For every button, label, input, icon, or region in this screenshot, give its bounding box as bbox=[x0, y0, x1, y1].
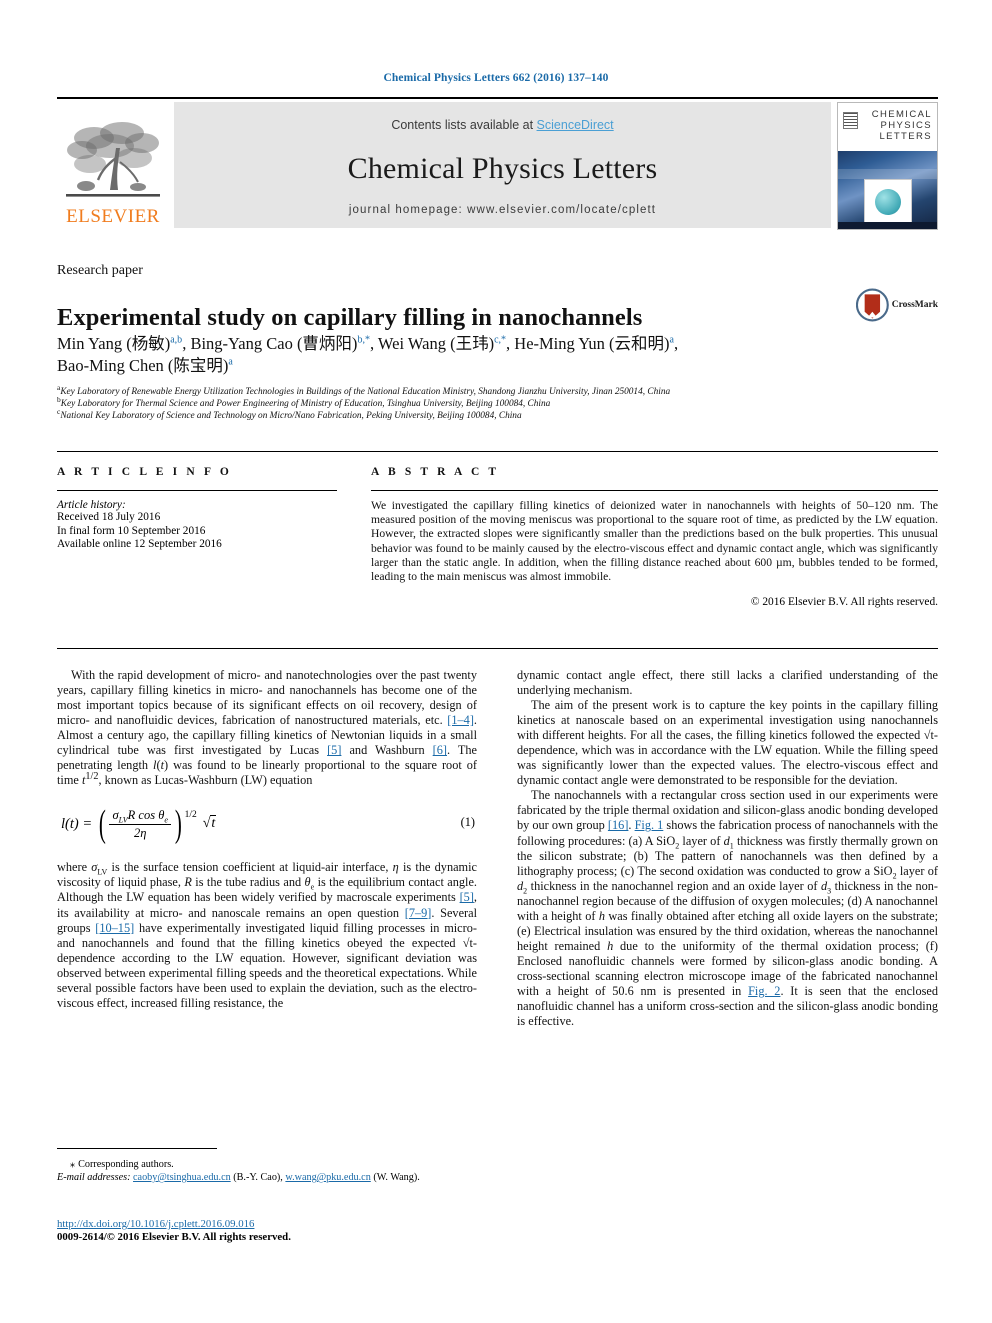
author-list: Min Yang (杨敏)a,b, Bing-Yang Cao (曹炳阳)b,*… bbox=[57, 334, 679, 375]
cover-title-line-3: LETTERS bbox=[879, 131, 932, 142]
elsevier-wordmark: ELSEVIER bbox=[66, 206, 160, 227]
doi-link[interactable]: http://dx.doi.org/10.1016/j.cplett.2016.… bbox=[57, 1218, 254, 1230]
equation-fraction: σLVR cos θe 2η bbox=[109, 808, 171, 841]
sciencedirect-link[interactable]: ScienceDirect bbox=[537, 118, 614, 132]
author-affil-mark: c,* bbox=[494, 334, 507, 346]
contents-prefix: Contents lists available at bbox=[391, 118, 537, 132]
equation-expression: l(t) = ( σLVR cos θe 2η ) 1/2 √t bbox=[61, 803, 217, 846]
crossmark-label: CrossMark bbox=[891, 300, 938, 310]
para-text: and Washburn bbox=[341, 743, 433, 758]
para-text-where: where σLV is the surface tension coeffic… bbox=[57, 860, 478, 905]
abstract-bottom-rule bbox=[57, 648, 938, 649]
footer-block: http://dx.doi.org/10.1016/j.cplett.2016.… bbox=[57, 1218, 477, 1245]
elsevier-tree-icon bbox=[66, 122, 160, 197]
equation-left-paren: ( bbox=[98, 803, 106, 846]
corresponding-authors-note: ⁎ Corresponding authors. bbox=[57, 1158, 477, 1171]
paragraph-intro: With the rapid development of micro- and… bbox=[57, 668, 477, 788]
crossmark-icon bbox=[856, 288, 889, 322]
asterisk-icon: ⁎ bbox=[70, 1159, 76, 1170]
author-affil-mark: a bbox=[228, 356, 233, 368]
article-info-column: A R T I C L E I N F O Article history: R… bbox=[57, 466, 337, 552]
citation-ref[interactable]: [10–15] bbox=[95, 921, 134, 935]
equation-right-paren: ) bbox=[174, 803, 182, 846]
journal-article-page: Chemical Physics Letters 662 (2016) 137–… bbox=[0, 0, 992, 1323]
issn-copyright-line: 0009-2614/© 2016 Elsevier B.V. All right… bbox=[57, 1231, 291, 1244]
elsevier-logo: ELSEVIER bbox=[57, 102, 169, 228]
journal-cover-thumbnail: CHEMICAL PHYSICS LETTERS bbox=[837, 102, 938, 230]
author-affil-mark: a bbox=[669, 334, 674, 346]
affiliation-item: bKey Laboratory for Thermal Science and … bbox=[57, 396, 857, 410]
cover-title-line-1: CHEMICAL bbox=[871, 109, 932, 120]
abstract-copyright: © 2016 Elsevier B.V. All rights reserved… bbox=[750, 596, 938, 609]
journal-title: Chemical Physics Letters bbox=[347, 152, 658, 185]
article-info-heading: A R T I C L E I N F O bbox=[57, 466, 232, 478]
email-link-cao[interactable]: caoby@tsinghua.edu.cn bbox=[133, 1172, 231, 1183]
citation-ref[interactable]: [1–4] bbox=[447, 713, 474, 727]
abstract-column: A B S T R A C T We investigated the capi… bbox=[371, 466, 938, 608]
equation-lhs: l(t) = bbox=[61, 815, 96, 832]
paragraph-lw-discussion: where σLV is the surface tension coeffic… bbox=[57, 860, 477, 1010]
citation-ref[interactable]: [6] bbox=[433, 743, 447, 757]
info-section-top-rule bbox=[57, 451, 938, 452]
email-owner-cao: (B.-Y. Cao), bbox=[233, 1172, 283, 1183]
para-text-procedures: shows the fabrication process of nanocha… bbox=[517, 818, 938, 998]
body-column-left: With the rapid development of micro- and… bbox=[57, 668, 477, 1011]
affiliation-item: cNational Key Laboratory of Science and … bbox=[57, 408, 857, 422]
equation-number: (1) bbox=[460, 815, 475, 830]
equation-exponent: 1/2 bbox=[184, 810, 197, 821]
affiliation-text: Key Laboratory of Renewable Energy Utili… bbox=[60, 387, 671, 397]
affiliation-item: aKey Laboratory of Renewable Energy Util… bbox=[57, 384, 857, 398]
abstract-text: We investigated the capillary filling ki… bbox=[371, 499, 938, 584]
article-history-label: Article history: bbox=[57, 499, 126, 511]
article-history-final-form: In final form 10 September 2016 bbox=[57, 524, 206, 537]
affiliation-list: aKey Laboratory of Renewable Energy Util… bbox=[57, 384, 857, 423]
crossmark-badge[interactable]: CrossMark bbox=[856, 281, 938, 329]
article-history-received: Received 18 July 2016 bbox=[57, 511, 161, 523]
equation-1: l(t) = ( σLVR cos θe 2η ) 1/2 √t (1) bbox=[57, 801, 477, 847]
email-label: E-mail addresses: bbox=[57, 1172, 131, 1183]
paragraph-aim: The aim of the present work is to captur… bbox=[517, 698, 938, 788]
author-affil-mark: a,b bbox=[170, 334, 183, 346]
journal-masthead: ELSEVIER Contents lists available at Sci… bbox=[57, 97, 938, 230]
affiliation-text: Key Laboratory for Thermal Science and P… bbox=[60, 399, 551, 410]
corresponding-authors-text: Corresponding authors. bbox=[78, 1159, 174, 1170]
article-info-rule bbox=[57, 490, 337, 491]
equation-numerator: σLVR cos θe bbox=[109, 808, 171, 825]
article-history-online: Available online 12 September 2016 bbox=[57, 538, 222, 551]
figure-ref-1[interactable]: Fig. 1 bbox=[635, 818, 664, 832]
affiliation-text: National Key Laboratory of Science and T… bbox=[60, 411, 522, 422]
para-text: With the rapid development of micro- and… bbox=[57, 668, 477, 728]
running-head: Chemical Physics Letters 662 (2016) 137–… bbox=[383, 72, 609, 84]
body-column-right: dynamic contact angle effect, there stil… bbox=[517, 668, 938, 1029]
footnote-block: ⁎ Corresponding authors. E-mail addresses… bbox=[57, 1158, 477, 1184]
email-addresses-note: E-mail addresses: caoby@tsinghua.edu.cn … bbox=[57, 1171, 477, 1184]
figure-ref-2[interactable]: Fig. 2 bbox=[748, 984, 780, 998]
abstract-heading: A B S T R A C T bbox=[371, 466, 500, 478]
abstract-rule bbox=[371, 490, 938, 491]
citation-ref[interactable]: [5] bbox=[460, 890, 474, 904]
footnote-rule bbox=[57, 1148, 217, 1149]
email-owner-wang: (W. Wang). bbox=[373, 1172, 420, 1183]
contents-available-line: Contents lists available at ScienceDirec… bbox=[391, 118, 613, 132]
paragraph-fabrication: The nanochannels with a rectangular cros… bbox=[517, 788, 938, 1029]
cover-molecule-image bbox=[863, 179, 912, 225]
para-text: , known as Lucas-Washburn (LW) equation bbox=[98, 773, 313, 788]
citation-ref[interactable]: [7–9] bbox=[405, 906, 432, 920]
equation-denominator: 2η bbox=[133, 825, 147, 840]
page-title: Experimental study on capillary filling … bbox=[57, 304, 643, 332]
equation-radical: √t bbox=[202, 815, 217, 832]
cover-title-text: CHEMICAL PHYSICS LETTERS bbox=[872, 109, 932, 142]
email-link-wang[interactable]: w.wang@pku.edu.cn bbox=[285, 1172, 370, 1183]
citation-ref[interactable]: [16] bbox=[608, 818, 629, 832]
paragraph-continuation: dynamic contact angle effect, there stil… bbox=[517, 668, 938, 698]
article-type-label: Research paper bbox=[57, 263, 143, 278]
journal-band: Contents lists available at ScienceDirec… bbox=[174, 102, 831, 228]
cover-mini-logo-icon bbox=[843, 112, 858, 129]
journal-homepage[interactable]: journal homepage: www.elsevier.com/locat… bbox=[174, 204, 831, 216]
author-affil-mark: b,* bbox=[357, 334, 370, 346]
cover-title-line-2: PHYSICS bbox=[880, 120, 932, 131]
citation-ref[interactable]: [5] bbox=[327, 743, 341, 757]
